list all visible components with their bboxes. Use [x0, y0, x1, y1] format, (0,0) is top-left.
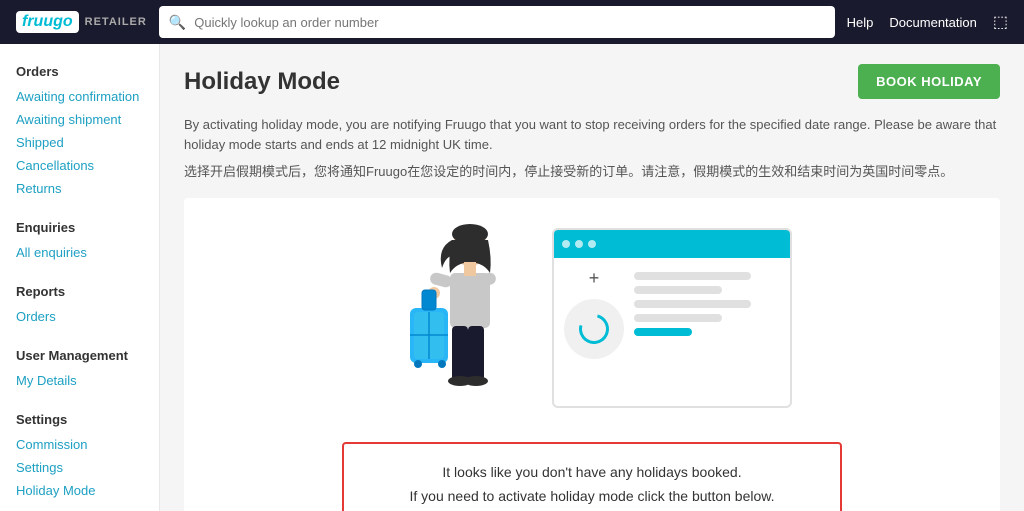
orders-section: Orders Awaiting confirmation Awaiting sh… [0, 60, 159, 200]
search-bar[interactable]: 🔍 [159, 6, 835, 38]
sidebar-item-returns[interactable]: Returns [0, 177, 159, 200]
plus-icon: + [589, 268, 600, 289]
sidebar-item-commission[interactable]: Commission [0, 433, 159, 456]
enquiries-section-title: Enquiries [0, 216, 159, 241]
sidebar-item-settings[interactable]: Settings [0, 456, 159, 479]
browser-line-1 [634, 272, 751, 280]
browser-dot-3 [588, 240, 596, 248]
browser-left-panel: + [564, 268, 624, 359]
browser-circle [564, 299, 624, 359]
settings-section: Settings Commission Settings Holiday Mod… [0, 408, 159, 502]
browser-mockup: + [552, 228, 792, 408]
page-title: Holiday Mode [184, 68, 340, 96]
circle-chart [574, 308, 615, 349]
sidebar-item-reports-orders[interactable]: Orders [0, 305, 159, 328]
no-holidays-box: It looks like you don't have any holiday… [342, 442, 842, 511]
header-links: Help Documentation ⬚ [847, 12, 1008, 32]
search-icon: 🔍 [169, 14, 186, 31]
browser-line-2 [634, 286, 722, 294]
description-en: By activating holiday mode, you are noti… [184, 115, 1000, 154]
browser-line-4 [634, 314, 722, 322]
logo-area: fruugo RETAILER [16, 11, 147, 33]
browser-dot-2 [575, 240, 583, 248]
no-holidays-subtext: If you need to activate holiday mode cli… [384, 488, 800, 504]
settings-section-title: Settings [0, 408, 159, 433]
content-card: + [184, 198, 1000, 511]
sidebar-item-my-details[interactable]: My Details [0, 369, 159, 392]
retailer-label: RETAILER [85, 16, 147, 28]
browser-body: + [554, 258, 790, 369]
sidebar-item-all-enquiries[interactable]: All enquiries [0, 241, 159, 264]
documentation-link[interactable]: Documentation [889, 15, 976, 30]
page-header: Holiday Mode BOOK HOLIDAY [184, 64, 1000, 99]
layout: Orders Awaiting confirmation Awaiting sh… [0, 44, 1024, 511]
search-input[interactable] [194, 15, 824, 30]
browser-dot-1 [562, 240, 570, 248]
reports-section: Reports Orders [0, 280, 159, 328]
reports-section-title: Reports [0, 280, 159, 305]
orders-section-title: Orders [0, 60, 159, 85]
main-content: Holiday Mode BOOK HOLIDAY By activating … [160, 44, 1024, 511]
sidebar-item-awaiting-confirmation[interactable]: Awaiting confirmation [0, 85, 159, 108]
illustration-area: + [392, 218, 792, 418]
person-illustration [392, 218, 532, 418]
logo-image: fruugo [16, 11, 79, 33]
browser-right-panel [634, 268, 780, 359]
browser-line-cyan [634, 328, 692, 336]
logout-icon[interactable]: ⬚ [993, 12, 1008, 32]
sidebar: Orders Awaiting confirmation Awaiting sh… [0, 44, 160, 511]
sidebar-item-holiday-mode[interactable]: Holiday Mode [0, 479, 159, 502]
sidebar-item-awaiting-shipment[interactable]: Awaiting shipment [0, 108, 159, 131]
sidebar-item-cancellations[interactable]: Cancellations [0, 154, 159, 177]
header: fruugo RETAILER 🔍 Help Documentation ⬚ [0, 0, 1024, 44]
no-holidays-text: It looks like you don't have any holiday… [384, 464, 800, 480]
book-holiday-top-button[interactable]: BOOK HOLIDAY [858, 64, 1000, 99]
user-management-section-title: User Management [0, 344, 159, 369]
browser-line-3 [634, 300, 751, 308]
enquiries-section: Enquiries All enquiries [0, 216, 159, 264]
sidebar-item-shipped[interactable]: Shipped [0, 131, 159, 154]
help-link[interactable]: Help [847, 15, 874, 30]
description-zh: 选择开启假期模式后，您将通知Fruugo在您设定的时间内，停止接受新的订单。请注… [184, 162, 1000, 182]
user-management-section: User Management My Details [0, 344, 159, 392]
logo-text: fruugo [22, 13, 73, 31]
browser-bar [554, 230, 790, 258]
